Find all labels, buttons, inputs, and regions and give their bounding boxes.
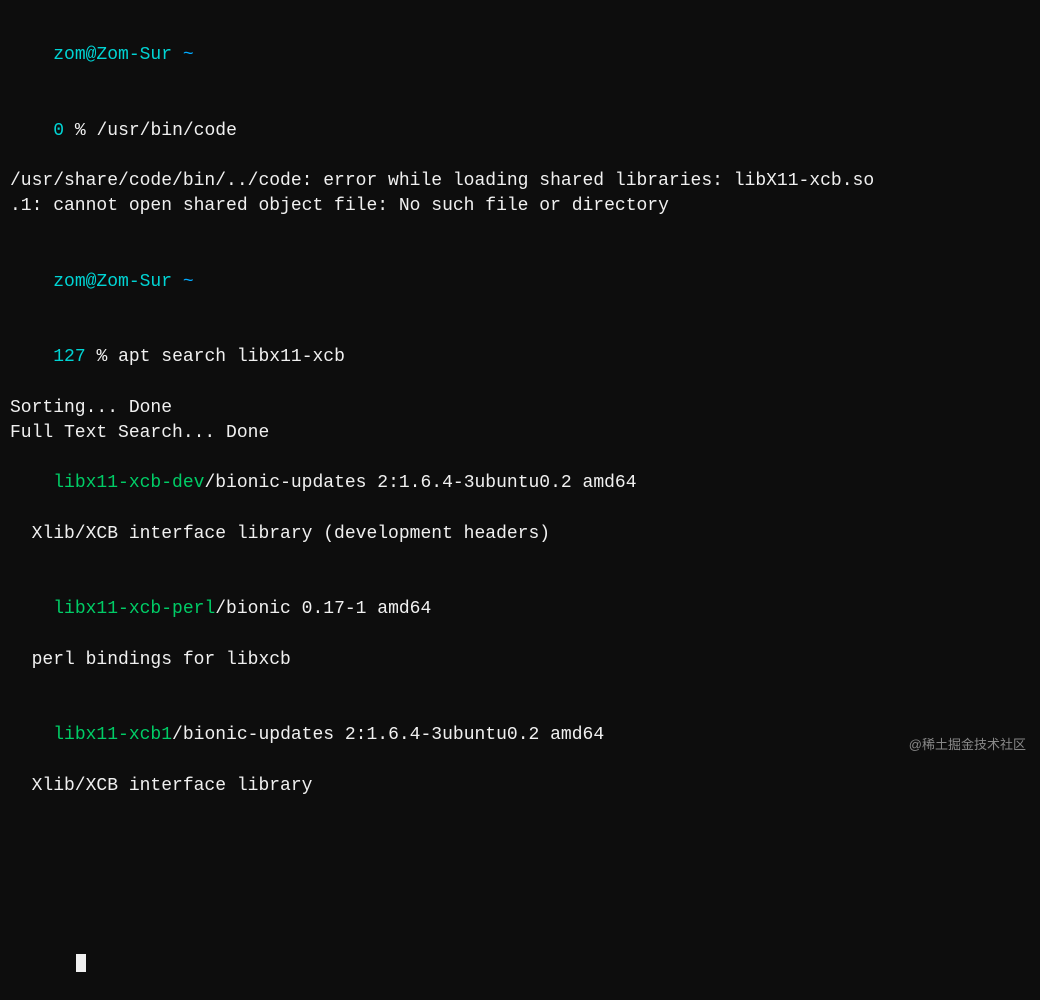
command-text-1: /usr/bin/code: [96, 121, 236, 141]
error-line-2: .1: cannot open shared object file: No s…: [10, 194, 1030, 219]
pkg-rest-2: /bionic 0.17-1 amd64: [215, 599, 431, 619]
pkg-rest-3: /bionic-updates 2:1.6.4-3ubuntu0.2 amd64: [172, 725, 604, 745]
pkg-desc-2: perl bindings for libxcb: [10, 648, 1030, 673]
pkg-desc-1: Xlib/XCB interface library (development …: [10, 522, 1030, 547]
pkg-line-3: libx11-xcb1/bionic-updates 2:1.6.4-3ubun…: [10, 698, 1030, 774]
prompt-tilde-2: ~: [183, 272, 194, 292]
command-line-3: [10, 925, 1030, 1000]
pkg-name-3: libx11-xcb1: [53, 725, 172, 745]
cursor: [76, 954, 86, 972]
terminal: zom@Zom-Sur ~ 0 % /usr/bin/code /usr/sha…: [0, 0, 1040, 768]
prompt-line-1: zom@Zom-Sur ~: [10, 18, 1030, 94]
empty-1: [10, 220, 1030, 245]
command-line-2: 127 % apt search libx11-xcb: [10, 320, 1030, 396]
output-fulltext: Full Text Search... Done: [10, 421, 1030, 446]
pkg-rest-1: /bionic-updates 2:1.6.4-3ubuntu0.2 amd64: [204, 473, 636, 493]
prompt-user-1: zom@Zom-Sur: [53, 45, 172, 65]
pkg-line-2: libx11-xcb-perl/bionic 0.17-1 amd64: [10, 572, 1030, 648]
empty-2: [10, 547, 1030, 572]
pkg-name-1: libx11-xcb-dev: [53, 473, 204, 493]
command-line-1: 0 % /usr/bin/code: [10, 94, 1030, 170]
output-sorting: Sorting... Done: [10, 396, 1030, 421]
pkg-name-2: libx11-xcb-perl: [53, 599, 215, 619]
prompt-user-2: zom@Zom-Sur: [53, 272, 172, 292]
pkg-line-1: libx11-xcb-dev/bionic-updates 2:1.6.4-3u…: [10, 446, 1030, 522]
prompt-line-3: [10, 849, 1030, 925]
exit-code-1: 0: [53, 121, 64, 141]
exit-code-2: 127: [53, 347, 85, 367]
empty-5: [10, 824, 1030, 849]
empty-4: [10, 799, 1030, 824]
empty-3: [10, 673, 1030, 698]
prompt-tilde-1: ~: [183, 45, 194, 65]
command-text-2: apt search libx11-xcb: [118, 347, 345, 367]
watermark: @稀土掘金技术社区: [909, 736, 1026, 754]
prompt-line-2: zom@Zom-Sur ~: [10, 245, 1030, 321]
pkg-desc-3: Xlib/XCB interface library: [10, 774, 1030, 799]
error-line-1: /usr/share/code/bin/../code: error while…: [10, 169, 1030, 194]
